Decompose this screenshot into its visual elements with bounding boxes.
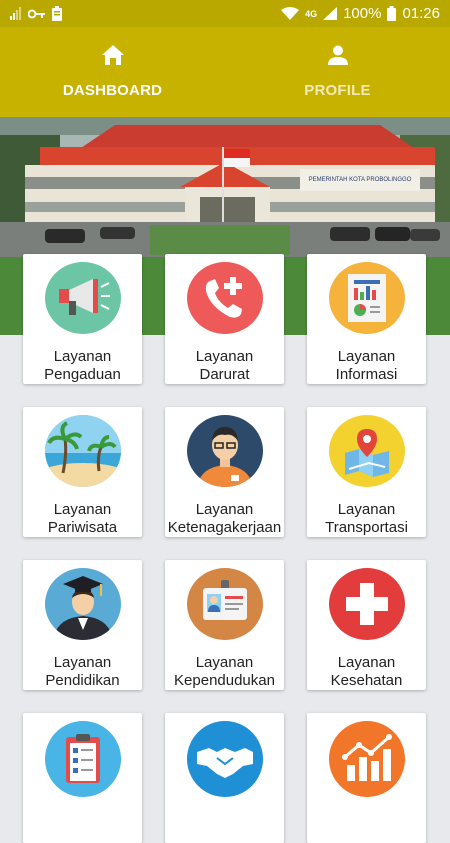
- menu-layanan-pariwisata[interactable]: Layanan Pariwisata: [23, 407, 142, 537]
- menu-layanan-pendidikan[interactable]: Layanan Pendidikan: [23, 560, 142, 690]
- menu-label-line1: Layanan: [53, 654, 112, 671]
- menu-layanan-kependudukan[interactable]: Layanan Kependudukan: [165, 560, 284, 690]
- building-sign-text: PEMERINTAH KOTA PROBOLINGGO: [309, 177, 412, 183]
- emergency-phone-icon: [186, 262, 263, 334]
- person-icon: [327, 45, 348, 70]
- status-bar: 4G 100% 01:26: [0, 0, 450, 27]
- tab-profile[interactable]: PROFILE: [225, 27, 450, 117]
- menu-label-line2: Pariwisata: [47, 519, 118, 536]
- checklist-icon: [44, 721, 121, 797]
- menu-growth[interactable]: [307, 713, 426, 843]
- tab-profile-label: PROFILE: [304, 82, 371, 99]
- menu-label-line2: Pengaduan: [44, 366, 121, 383]
- menu-label-line2: Kependudukan: [174, 672, 275, 689]
- menu-label-line1: Layanan: [337, 348, 396, 365]
- menu-layanan-darurat[interactable]: Layanan Darurat: [165, 254, 284, 384]
- menu-label-line1: Layanan: [53, 501, 112, 518]
- menu-label-line2: Ketenagakerjaan: [167, 519, 282, 536]
- menu-handshake[interactable]: [165, 713, 284, 843]
- menu-label-line2: Informasi: [335, 366, 398, 383]
- signal-off-icon: [10, 7, 22, 20]
- menu-layanan-kesehatan[interactable]: Layanan Kesehatan: [307, 560, 426, 690]
- key-icon: [28, 9, 46, 19]
- home-icon: [101, 45, 124, 70]
- menu-label-line1: Layanan: [337, 501, 396, 518]
- report-chart-icon: [328, 262, 405, 334]
- menu-checklist[interactable]: [23, 713, 142, 843]
- wifi-icon: [281, 7, 300, 20]
- menu-layanan-ketenagakerjaan[interactable]: Layanan Ketenagakerjaan: [165, 407, 284, 537]
- tab-dashboard[interactable]: DASHBOARD: [0, 27, 225, 117]
- growth-chart-icon: [328, 721, 405, 797]
- menu-layanan-pengaduan[interactable]: Layanan Pengaduan: [23, 254, 142, 384]
- menu-label-line1: Layanan: [53, 348, 112, 365]
- battery-icon: [387, 6, 397, 21]
- menu-label-line1: Layanan: [195, 501, 254, 518]
- megaphone-icon: [44, 262, 121, 334]
- medical-cross-icon: [328, 568, 405, 640]
- graduate-icon: [44, 568, 121, 640]
- top-tab-bar: DASHBOARD PROFILE: [0, 27, 450, 117]
- menu-label-line2: Darurat: [199, 366, 250, 383]
- menu-label-line1: Layanan: [195, 654, 254, 671]
- worker-icon: [186, 415, 263, 487]
- menu-layanan-transportasi[interactable]: Layanan Transportasi: [307, 407, 426, 537]
- beach-palm-icon: [44, 415, 121, 487]
- clock: 01:26: [402, 5, 440, 22]
- map-pin-icon: [328, 415, 405, 487]
- menu-label-line1: Layanan: [337, 654, 396, 671]
- menu-label-line2: Transportasi: [325, 519, 408, 536]
- cell-signal-icon: [323, 7, 338, 20]
- menu-label-line1: Layanan: [195, 348, 254, 365]
- handshake-icon: [186, 721, 263, 797]
- network-type: 4G: [305, 8, 318, 19]
- battery-saver-icon: [52, 6, 62, 21]
- id-card-icon: [186, 568, 263, 640]
- tab-dashboard-label: DASHBOARD: [62, 82, 163, 99]
- menu-layanan-informasi[interactable]: Layanan Informasi: [307, 254, 426, 384]
- menu-label-line2: Pendidikan: [45, 672, 120, 689]
- menu-label-line2: Kesehatan: [330, 672, 403, 689]
- battery-percent: 100%: [343, 5, 382, 22]
